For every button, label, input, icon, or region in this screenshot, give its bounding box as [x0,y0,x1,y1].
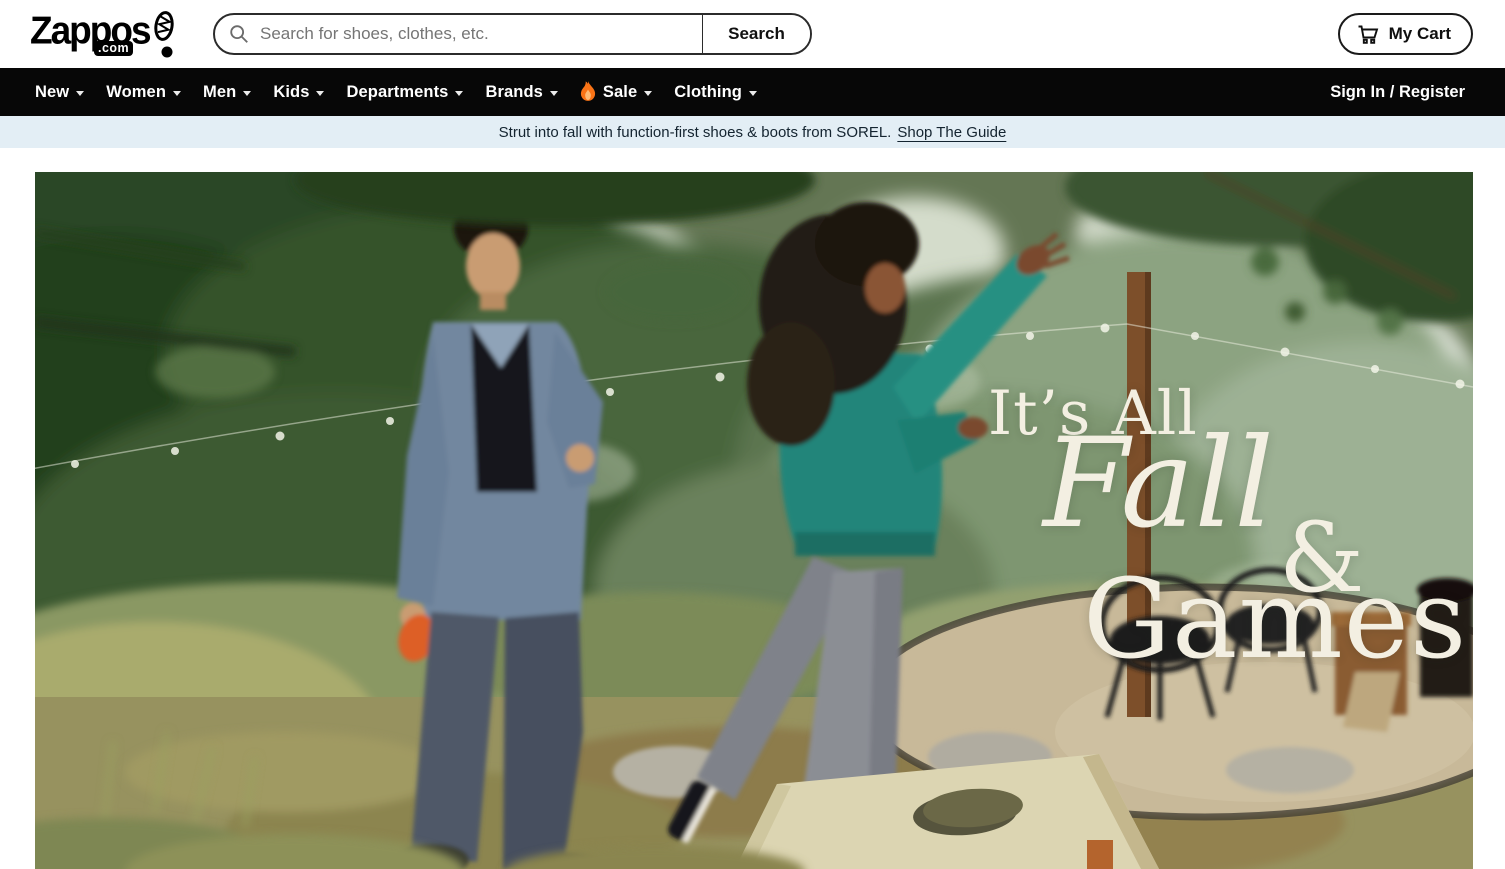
logo-com-badge: .com [94,41,133,56]
sign-in-register-link[interactable]: Sign In / Register [1330,83,1465,102]
my-cart-button[interactable]: My Cart [1338,13,1473,55]
nav-item-new[interactable]: New [24,83,95,102]
hero-photo-illustration [35,172,1473,869]
chevron-down-icon [749,91,757,96]
zappos-logo[interactable]: Zappos .com [30,7,180,61]
nav-item-kids[interactable]: Kids [262,83,335,102]
search-input[interactable] [250,24,702,44]
nav-item-men[interactable]: Men [192,83,262,102]
cart-label: My Cart [1389,24,1451,44]
site-header: Zappos .com Search My Cart [0,0,1505,68]
search-form: Search [213,13,812,55]
shoe-exclamation-icon [152,11,176,59]
chevron-down-icon [243,91,251,96]
nav-item-clothing[interactable]: Clothing [663,83,768,102]
nav-item-departments[interactable]: Departments [335,83,474,102]
nav-item-brands[interactable]: Brands [474,83,568,102]
nav-item-sale[interactable]: Sale [569,83,663,102]
nav-label: New [35,83,69,102]
nav-label: Kids [273,83,309,102]
chevron-down-icon [316,91,324,96]
nav-label: Clothing [674,83,742,102]
nav-item-women[interactable]: Women [95,83,192,102]
promo-shop-guide-link[interactable]: Shop The Guide [897,124,1006,141]
nav-label: Departments [346,83,448,102]
nav-label: Brands [485,83,542,102]
nav-label: Men [203,83,236,102]
search-button[interactable]: Search [702,15,810,53]
chevron-down-icon [76,91,84,96]
hero-banner[interactable]: It’s All Fall & Games [35,172,1473,869]
chevron-down-icon [644,91,652,96]
chevron-down-icon [550,91,558,96]
shopping-cart-icon [1356,22,1380,46]
chevron-down-icon [173,91,181,96]
promo-text: Strut into fall with function-first shoe… [499,124,892,141]
main-nav: New Women Men Kids Departments Brands Sa… [0,68,1505,116]
chevron-down-icon [455,91,463,96]
search-icon [228,23,250,45]
promo-banner: Strut into fall with function-first shoe… [0,116,1505,148]
search-input-region [215,15,702,53]
nav-label: Women [106,83,166,102]
nav-label: Sale [603,83,637,102]
flame-icon [580,81,596,102]
